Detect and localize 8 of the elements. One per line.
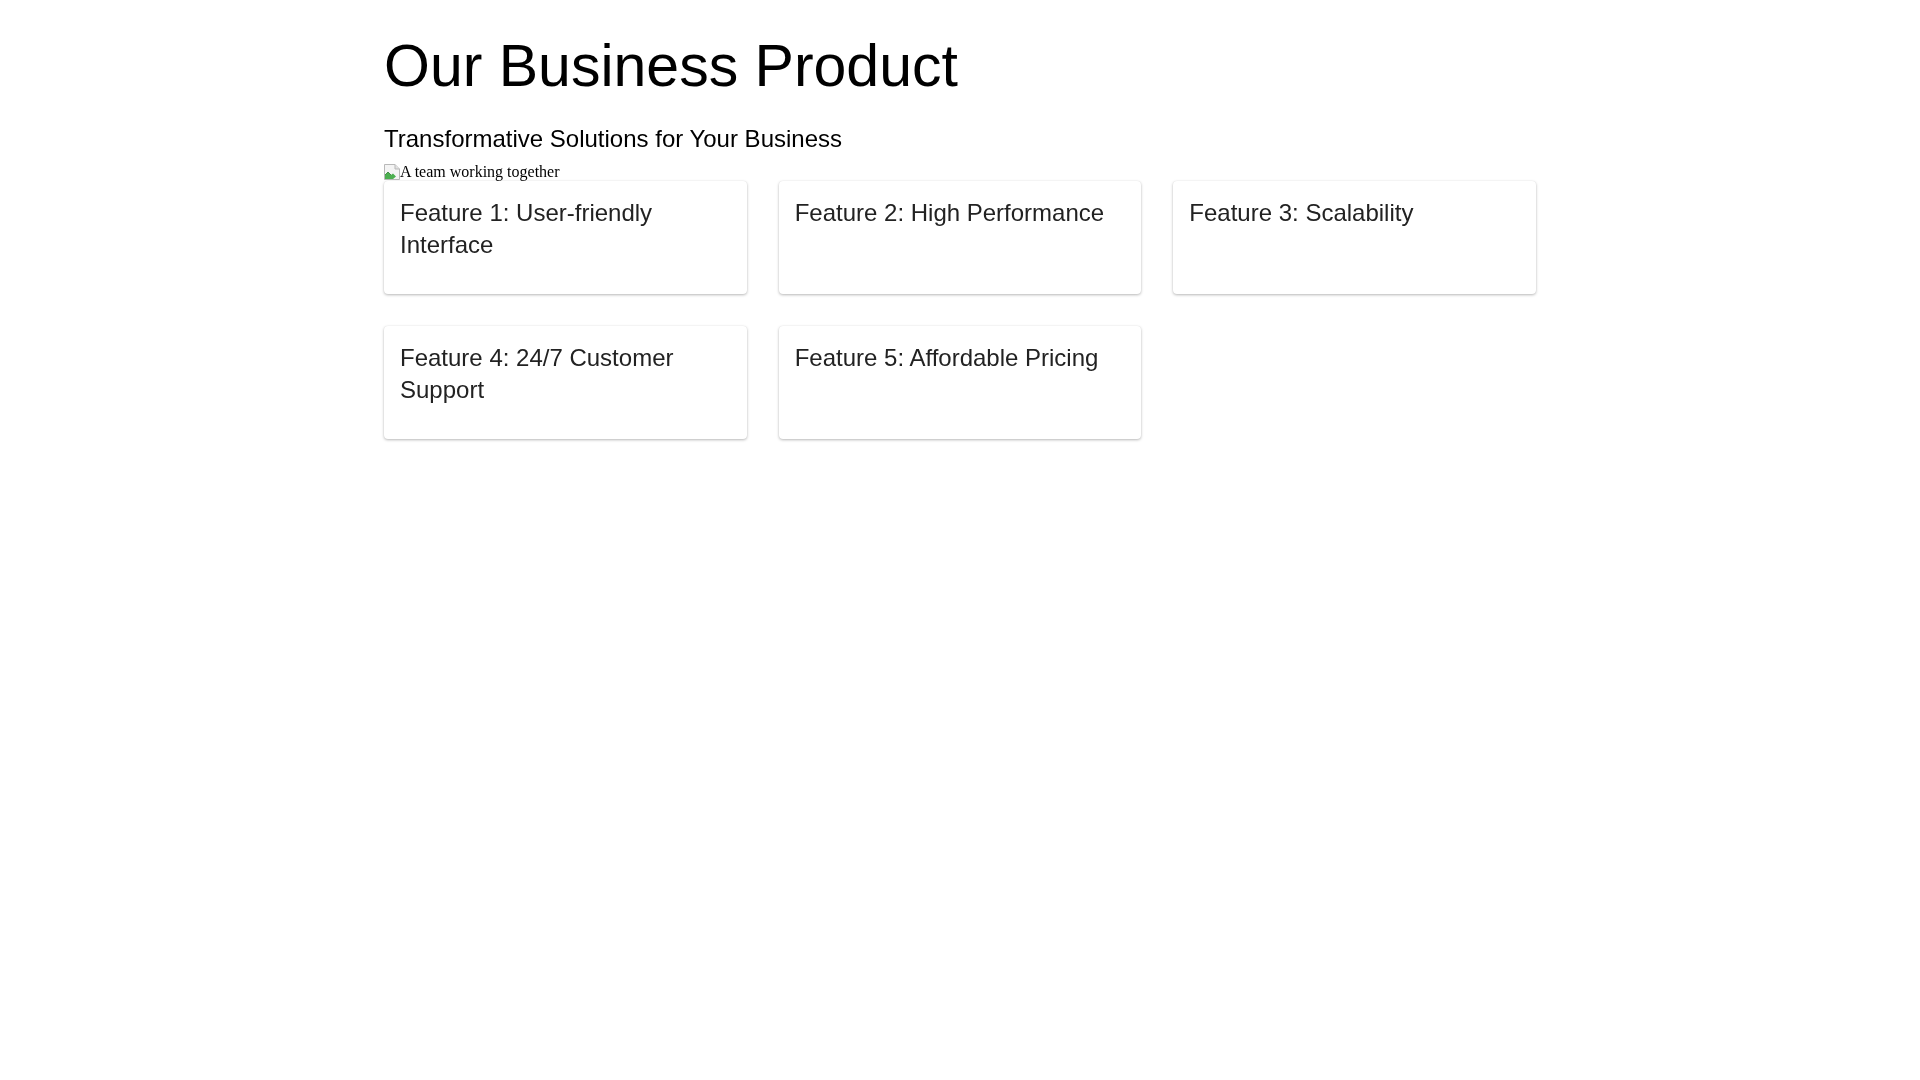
feature-title: Feature 3: Scalability [1189,198,1415,229]
feature-title: Feature 4: 24/7 Customer Support [400,343,675,406]
page-subtitle: Transformative Solutions for Your Business [384,124,843,153]
feature-title: Feature 1: User-friendly Interface [400,198,654,261]
feature-title: Feature 5: Affordable Pricing [794,343,1100,374]
page-title: Our Business Product [384,33,959,101]
image-alt-text: A team working together [400,162,560,181]
feature-title: Feature 2: High Performance [794,198,1106,229]
